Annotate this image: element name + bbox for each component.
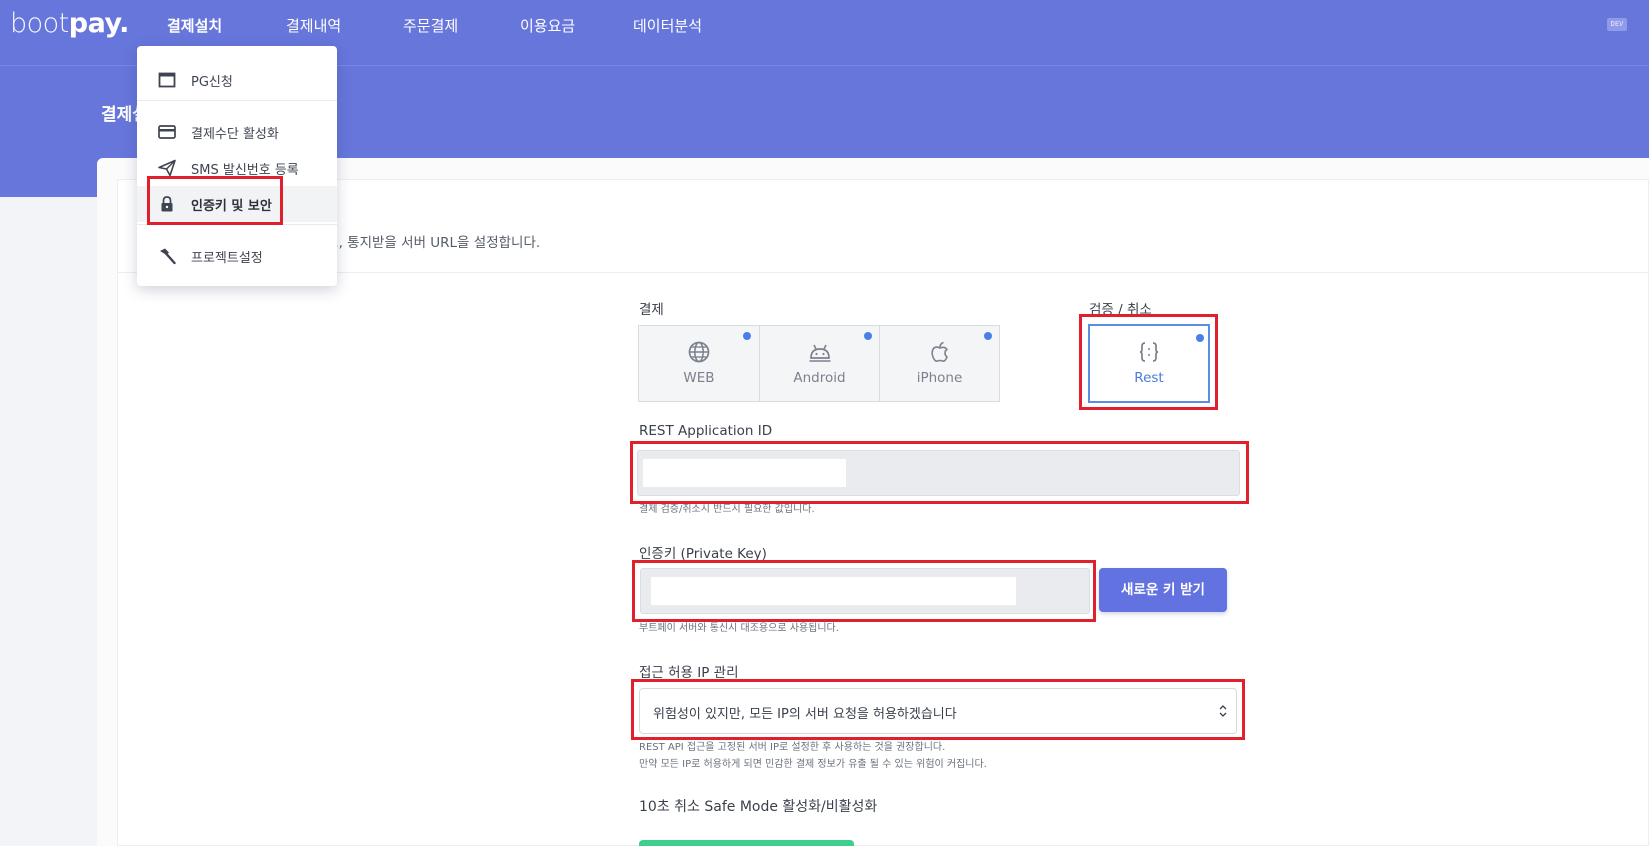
menu-divider bbox=[137, 224, 337, 225]
menu-item-auth-key-security-label: 인증키 및 보안 bbox=[191, 199, 272, 214]
platform-rest[interactable]: Rest bbox=[1088, 324, 1210, 403]
platform-rest-label: Rest bbox=[1134, 370, 1164, 386]
window-icon bbox=[158, 72, 176, 88]
platform-android-status-dot bbox=[864, 332, 872, 340]
ip-management-label: 접근 허용 IP 관리 bbox=[639, 665, 739, 681]
bootpay-logo[interactable]: bootpay. bbox=[10, 8, 129, 39]
menu-divider bbox=[137, 100, 337, 101]
globe-icon bbox=[688, 341, 710, 363]
platform-android-label: Android bbox=[793, 370, 846, 386]
nav-payment-history[interactable]: 결제내역 bbox=[286, 15, 341, 36]
hammer-icon bbox=[160, 248, 176, 265]
menu-item-pg-apply-label: PG신청 bbox=[191, 75, 233, 90]
platform-iphone-label: iPhone bbox=[916, 370, 963, 386]
menu-item-payment-methods[interactable]: 결제수단 활성화 bbox=[137, 114, 337, 150]
credit-card-icon bbox=[158, 125, 176, 139]
menu-item-pg-apply[interactable]: PG신청 bbox=[137, 62, 337, 98]
logo-text-bold: pay. bbox=[68, 8, 130, 39]
new-key-button[interactable]: 새로운 키 받기 bbox=[1099, 568, 1227, 612]
ip-help-line-2: 만약 모든 IP로 허용하게 되면 민감한 결제 정보가 유출 될 수 있는 위… bbox=[639, 759, 987, 770]
android-icon bbox=[809, 344, 831, 362]
lock-icon bbox=[161, 196, 173, 212]
menu-item-project-settings-label: 프로젝트설정 bbox=[191, 251, 263, 266]
safe-mode-toggle-button[interactable] bbox=[639, 840, 854, 846]
nav-pricing[interactable]: 이용요금 bbox=[520, 15, 575, 36]
verify-cancel-label: 검증 / 취소 bbox=[1089, 302, 1152, 318]
platform-iphone[interactable]: iPhone bbox=[879, 326, 999, 401]
safe-mode-title: 10초 취소 Safe Mode 활성화/비활성화 bbox=[639, 799, 878, 815]
page-description: 1, 통지받을 서버 URL을 설정합니다. bbox=[330, 235, 541, 251]
nav-payment-setup[interactable]: 결제설치 bbox=[167, 15, 222, 36]
rest-app-id-help: 결제 검증/취소시 반드시 필요한 값입니다. bbox=[639, 504, 815, 515]
private-key-label: 인증키 (Private Key) bbox=[639, 546, 767, 562]
platform-web[interactable]: WEB bbox=[639, 326, 759, 401]
platform-web-status-dot bbox=[743, 332, 751, 340]
payment-platform-label: 결제 bbox=[639, 302, 664, 318]
menu-item-auth-key-security[interactable]: 인증키 및 보안 bbox=[137, 186, 337, 222]
payment-platform-selector: WEB Android iPhone bbox=[638, 325, 1000, 402]
send-icon bbox=[158, 159, 176, 177]
dev-environment-badge[interactable]: DEV bbox=[1607, 18, 1627, 31]
platform-rest-status-dot bbox=[1196, 334, 1204, 342]
rest-app-id-value-mask bbox=[643, 459, 846, 487]
menu-item-payment-methods-label: 결제수단 활성화 bbox=[191, 127, 279, 142]
nav-order-payment[interactable]: 주문결제 bbox=[403, 15, 458, 36]
apple-icon bbox=[931, 341, 948, 362]
logo-text-thin: boot bbox=[10, 8, 69, 39]
card-divider bbox=[117, 272, 1649, 273]
platform-web-label: WEB bbox=[683, 370, 715, 386]
private-key-help: 부트페이 서버와 통신시 대조용으로 사용됩니다. bbox=[639, 623, 839, 634]
payment-setup-dropdown-menu: PG신청 결제수단 활성화 SMS 발신번호 등록 인증키 및 보안 프로젝트설… bbox=[137, 46, 337, 286]
code-braces-icon bbox=[1139, 342, 1159, 362]
ip-access-select[interactable]: 위험성이 있지만, 모든 IP의 서버 요청을 허용하겠습니다 bbox=[639, 688, 1237, 734]
page-title: 결제설치 bbox=[101, 105, 141, 125]
menu-item-project-settings[interactable]: 프로젝트설정 bbox=[137, 238, 337, 274]
platform-iphone-status-dot bbox=[984, 332, 992, 340]
private-key-value-mask bbox=[651, 577, 1016, 605]
rest-app-id-label: REST Application ID bbox=[639, 423, 773, 439]
select-chevron-icon bbox=[1219, 705, 1227, 717]
nav-data-analysis[interactable]: 데이터분석 bbox=[633, 15, 702, 36]
menu-item-sms-sender-label: SMS 발신번호 등록 bbox=[191, 163, 299, 178]
platform-android[interactable]: Android bbox=[759, 326, 879, 401]
menu-item-sms-sender[interactable]: SMS 발신번호 등록 bbox=[137, 150, 337, 186]
ip-help-line-1: REST API 접근을 고정된 서버 IP로 설정한 후 사용하는 것을 권장… bbox=[639, 742, 946, 753]
ip-access-select-value: 위험성이 있지만, 모든 IP의 서버 요청을 허용하겠습니다 bbox=[653, 707, 957, 722]
